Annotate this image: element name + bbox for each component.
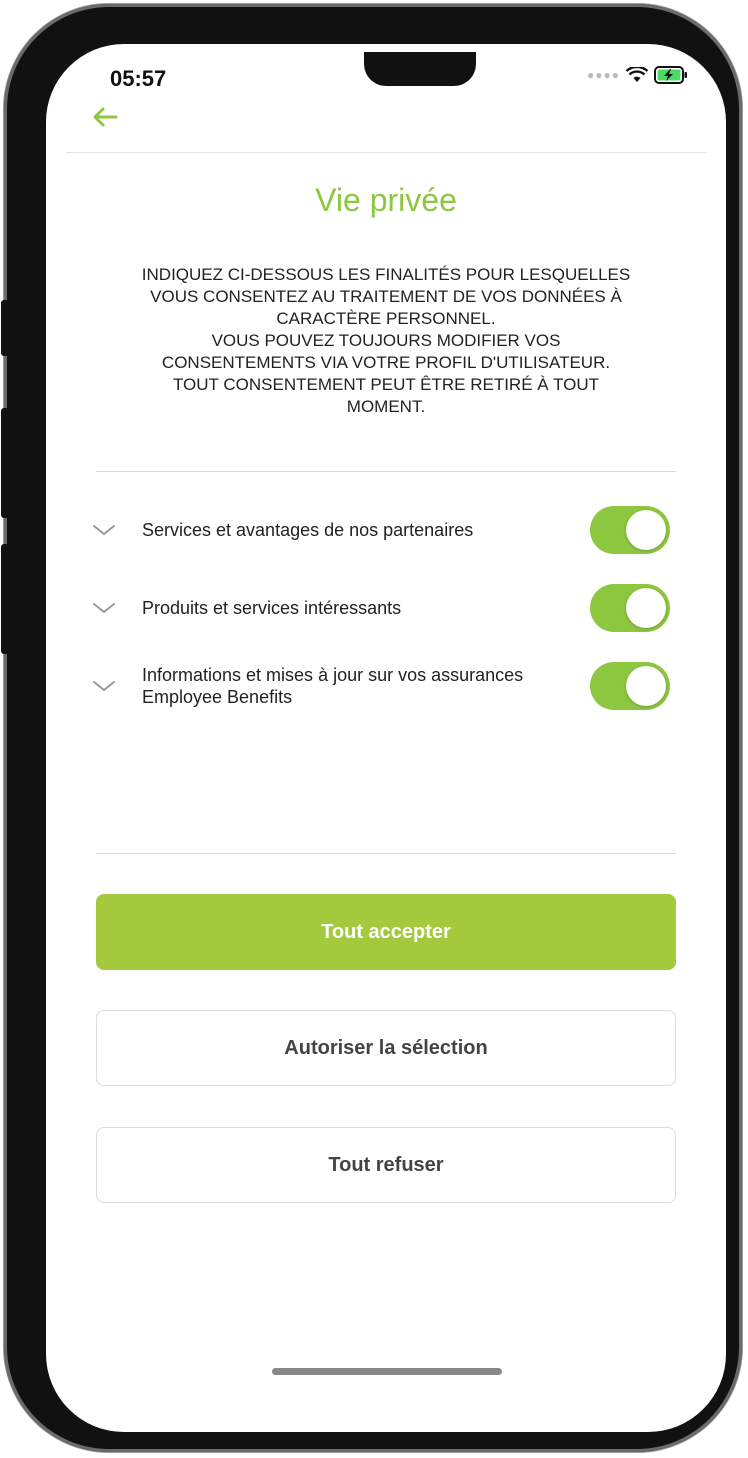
refuse-all-button[interactable]: Tout refuser — [96, 1127, 676, 1203]
phone-volume-down-button — [1, 544, 9, 654]
consent-label: Informations et mises à jour sur vos ass… — [142, 665, 524, 707]
consent-item-products: Produits et services intéressants — [90, 584, 670, 632]
phone-frame: 05:57 ●●●● Vie privée INDIQUEZ CI-DESSOU… — [1, 4, 742, 1452]
consent-toggle-partners[interactable] — [590, 506, 670, 554]
consent-item-employee-benefits: Informations et mises à jour sur vos ass… — [90, 662, 670, 710]
battery-charging-icon — [654, 66, 687, 84]
phone-side-button — [1, 300, 9, 356]
phone-notch — [364, 52, 476, 86]
home-indicator[interactable] — [272, 1368, 502, 1375]
status-icons: ●●●● — [587, 66, 688, 84]
consents-bottom-divider — [96, 853, 676, 854]
chevron-down-icon[interactable] — [90, 676, 118, 696]
consent-toggle-products[interactable] — [590, 584, 670, 632]
back-button[interactable] — [90, 104, 120, 130]
chevron-down-icon[interactable] — [90, 520, 118, 540]
signal-dots-icon: ●●●● — [587, 68, 620, 82]
header-divider — [66, 152, 706, 153]
phone-volume-up-button — [1, 408, 9, 518]
arrow-left-icon — [93, 107, 118, 127]
intro-text: INDIQUEZ CI-DESSOUS LES FINALITÉS POUR L… — [141, 265, 631, 416]
consent-label: Services et avantages de nos partenaires — [142, 520, 474, 540]
page-title: Vie privée — [315, 182, 457, 218]
consents-top-divider — [96, 471, 676, 472]
wifi-icon — [626, 67, 648, 82]
toggle-knob — [626, 588, 666, 628]
app-screen: 05:57 ●●●● Vie privée INDIQUEZ CI-DESSOU… — [46, 44, 726, 1432]
toggle-knob — [626, 510, 666, 550]
consent-item-partners: Services et avantages de nos partenaires — [90, 506, 670, 554]
allow-selection-button[interactable]: Autoriser la sélection — [96, 1010, 676, 1086]
accept-all-button[interactable]: Tout accepter — [96, 894, 676, 970]
status-time: 05:57 — [110, 66, 167, 91]
chevron-down-icon[interactable] — [90, 598, 118, 618]
toggle-knob — [626, 666, 666, 706]
consent-toggle-employee-benefits[interactable] — [590, 662, 670, 710]
consent-label: Produits et services intéressants — [142, 598, 402, 618]
